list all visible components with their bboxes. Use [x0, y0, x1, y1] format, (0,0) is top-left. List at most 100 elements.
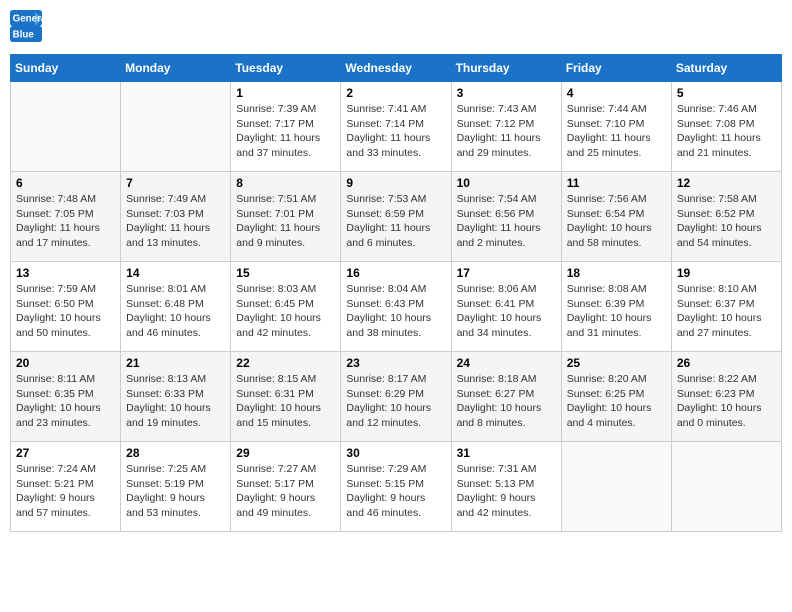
weekday-header-saturday: Saturday: [671, 55, 781, 82]
day-number: 24: [457, 356, 556, 370]
calendar-cell: 24Sunrise: 8:18 AMSunset: 6:27 PMDayligh…: [451, 352, 561, 442]
day-number: 29: [236, 446, 335, 460]
day-info: Sunrise: 7:49 AMSunset: 7:03 PMDaylight:…: [126, 192, 225, 251]
calendar-cell: 10 Sunrise: 7:54 AMSunset: 6:56 PMDayligh…: [451, 172, 561, 262]
calendar-cell: 29 Sunrise: 7:27 AMSunset: 5:17 PMDayligh…: [231, 442, 341, 532]
day-number: 22: [236, 356, 335, 370]
weekday-header-friday: Friday: [561, 55, 671, 82]
day-number: 27: [16, 446, 115, 460]
day-info: Sunrise: 7:25 AMSunset: 5:19 PMDaylight:…: [126, 462, 225, 521]
week-row-4: 20 Sunrise: 8:11 AMSunset: 6:35 PMDayligh…: [11, 352, 782, 442]
calendar-cell: 20 Sunrise: 8:11 AMSunset: 6:35 PMDayligh…: [11, 352, 121, 442]
day-number: 19: [677, 266, 776, 280]
calendar-cell: 26 Sunrise: 8:22 AMSunset: 6:23 PMDayligh…: [671, 352, 781, 442]
calendar-cell: [121, 82, 231, 172]
weekday-header-tuesday: Tuesday: [231, 55, 341, 82]
day-info: Sunrise: 7:39 AMSunset: 7:17 PMDaylight:…: [236, 102, 335, 161]
day-info: Sunrise: 8:13 AMSunset: 6:33 PMDaylight:…: [126, 372, 225, 431]
weekday-header-thursday: Thursday: [451, 55, 561, 82]
day-number: 20: [16, 356, 115, 370]
day-number: 31: [457, 446, 556, 460]
day-info: Sunrise: 7:27 AMSunset: 5:17 PMDaylight:…: [236, 462, 335, 521]
day-info: Sunrise: 7:29 AMSunset: 5:15 PMDaylight:…: [346, 462, 445, 521]
day-info: Sunrise: 8:17 AMSunset: 6:29 PMDaylight:…: [346, 372, 445, 431]
logo-icon: General Blue: [10, 10, 42, 42]
day-info: Sunrise: 8:01 AMSunset: 6:48 PMDaylight:…: [126, 282, 225, 341]
day-info: Sunrise: 8:20 AMSunset: 6:25 PMDaylight:…: [567, 372, 666, 431]
calendar-cell: 1Sunrise: 7:39 AMSunset: 7:17 PMDaylight…: [231, 82, 341, 172]
calendar-cell: 8Sunrise: 7:51 AMSunset: 7:01 PMDaylight…: [231, 172, 341, 262]
calendar-cell: 28 Sunrise: 7:25 AMSunset: 5:19 PMDayligh…: [121, 442, 231, 532]
calendar-cell: 7 Sunrise: 7:49 AMSunset: 7:03 PMDaylight…: [121, 172, 231, 262]
logo: General Blue: [10, 14, 48, 46]
calendar-cell: [11, 82, 121, 172]
day-number: 5: [677, 86, 776, 100]
calendar-cell: 9Sunrise: 7:53 AMSunset: 6:59 PMDaylight…: [341, 172, 451, 262]
weekday-header-monday: Monday: [121, 55, 231, 82]
day-number: 6: [16, 176, 115, 190]
day-number: 4: [567, 86, 666, 100]
calendar-cell: 4 Sunrise: 7:44 AMSunset: 7:10 PMDaylight…: [561, 82, 671, 172]
calendar-table: SundayMondayTuesdayWednesdayThursdayFrid…: [10, 54, 782, 532]
day-info: Sunrise: 8:04 AMSunset: 6:43 PMDaylight:…: [346, 282, 445, 341]
week-row-1: 1Sunrise: 7:39 AMSunset: 7:17 PMDaylight…: [11, 82, 782, 172]
calendar-cell: 31 Sunrise: 7:31 AMSunset: 5:13 PMDayligh…: [451, 442, 561, 532]
calendar-cell: 14 Sunrise: 8:01 AMSunset: 6:48 PMDayligh…: [121, 262, 231, 352]
week-row-5: 27 Sunrise: 7:24 AMSunset: 5:21 PMDayligh…: [11, 442, 782, 532]
calendar-cell: 3 Sunrise: 7:43 AMSunset: 7:12 PMDaylight…: [451, 82, 561, 172]
day-info: Sunrise: 8:11 AMSunset: 6:35 PMDaylight:…: [16, 372, 115, 431]
day-info: Sunrise: 7:31 AMSunset: 5:13 PMDaylight:…: [457, 462, 556, 521]
week-row-2: 6 Sunrise: 7:48 AMSunset: 7:05 PMDaylight…: [11, 172, 782, 262]
calendar-cell: 30 Sunrise: 7:29 AMSunset: 5:15 PMDayligh…: [341, 442, 451, 532]
calendar-cell: 19 Sunrise: 8:10 AMSunset: 6:37 PMDayligh…: [671, 262, 781, 352]
day-number: 14: [126, 266, 225, 280]
calendar-cell: 11 Sunrise: 7:56 AMSunset: 6:54 PMDayligh…: [561, 172, 671, 262]
calendar-cell: 12 Sunrise: 7:58 AMSunset: 6:52 PMDayligh…: [671, 172, 781, 262]
svg-text:Blue: Blue: [13, 30, 35, 41]
day-info: Sunrise: 8:10 AMSunset: 6:37 PMDaylight:…: [677, 282, 776, 341]
day-number: 25: [567, 356, 666, 370]
day-info: Sunrise: 8:06 AMSunset: 6:41 PMDaylight:…: [457, 282, 556, 341]
calendar-cell: 16Sunrise: 8:04 AMSunset: 6:43 PMDayligh…: [341, 262, 451, 352]
day-info: Sunrise: 7:46 AMSunset: 7:08 PMDaylight:…: [677, 102, 776, 161]
day-info: Sunrise: 8:08 AMSunset: 6:39 PMDaylight:…: [567, 282, 666, 341]
calendar-cell: 25 Sunrise: 8:20 AMSunset: 6:25 PMDayligh…: [561, 352, 671, 442]
calendar-cell: 18Sunrise: 8:08 AMSunset: 6:39 PMDayligh…: [561, 262, 671, 352]
calendar-cell: 17 Sunrise: 8:06 AMSunset: 6:41 PMDayligh…: [451, 262, 561, 352]
calendar-cell: 6 Sunrise: 7:48 AMSunset: 7:05 PMDaylight…: [11, 172, 121, 262]
weekday-header-sunday: Sunday: [11, 55, 121, 82]
day-info: Sunrise: 7:43 AMSunset: 7:12 PMDaylight:…: [457, 102, 556, 161]
day-info: Sunrise: 7:56 AMSunset: 6:54 PMDaylight:…: [567, 192, 666, 251]
calendar-cell: 27 Sunrise: 7:24 AMSunset: 5:21 PMDayligh…: [11, 442, 121, 532]
day-number: 10: [457, 176, 556, 190]
calendar-cell: 13 Sunrise: 7:59 AMSunset: 6:50 PMDayligh…: [11, 262, 121, 352]
calendar-cell: [671, 442, 781, 532]
day-info: Sunrise: 7:58 AMSunset: 6:52 PMDaylight:…: [677, 192, 776, 251]
day-info: Sunrise: 7:53 AMSunset: 6:59 PMDaylight:…: [346, 192, 445, 251]
day-info: Sunrise: 7:51 AMSunset: 7:01 PMDaylight:…: [236, 192, 335, 251]
day-info: Sunrise: 7:59 AMSunset: 6:50 PMDaylight:…: [16, 282, 115, 341]
day-number: 30: [346, 446, 445, 460]
day-info: Sunrise: 7:44 AMSunset: 7:10 PMDaylight:…: [567, 102, 666, 161]
day-info: Sunrise: 7:24 AMSunset: 5:21 PMDaylight:…: [16, 462, 115, 521]
weekday-header-row: SundayMondayTuesdayWednesdayThursdayFrid…: [11, 55, 782, 82]
day-number: 26: [677, 356, 776, 370]
day-number: 7: [126, 176, 225, 190]
svg-text:General: General: [13, 14, 42, 25]
day-number: 28: [126, 446, 225, 460]
day-info: Sunrise: 7:54 AMSunset: 6:56 PMDaylight:…: [457, 192, 556, 251]
day-number: 23: [346, 356, 445, 370]
day-info: Sunrise: 7:48 AMSunset: 7:05 PMDaylight:…: [16, 192, 115, 251]
day-info: Sunrise: 8:22 AMSunset: 6:23 PMDaylight:…: [677, 372, 776, 431]
day-number: 12: [677, 176, 776, 190]
day-number: 21: [126, 356, 225, 370]
day-number: 11: [567, 176, 666, 190]
day-number: 3: [457, 86, 556, 100]
day-number: 17: [457, 266, 556, 280]
day-info: Sunrise: 7:41 AMSunset: 7:14 PMDaylight:…: [346, 102, 445, 161]
calendar-cell: 21 Sunrise: 8:13 AMSunset: 6:33 PMDayligh…: [121, 352, 231, 442]
page-header: General Blue: [10, 10, 782, 46]
day-info: Sunrise: 8:03 AMSunset: 6:45 PMDaylight:…: [236, 282, 335, 341]
calendar-cell: 23 Sunrise: 8:17 AMSunset: 6:29 PMDayligh…: [341, 352, 451, 442]
day-number: 13: [16, 266, 115, 280]
